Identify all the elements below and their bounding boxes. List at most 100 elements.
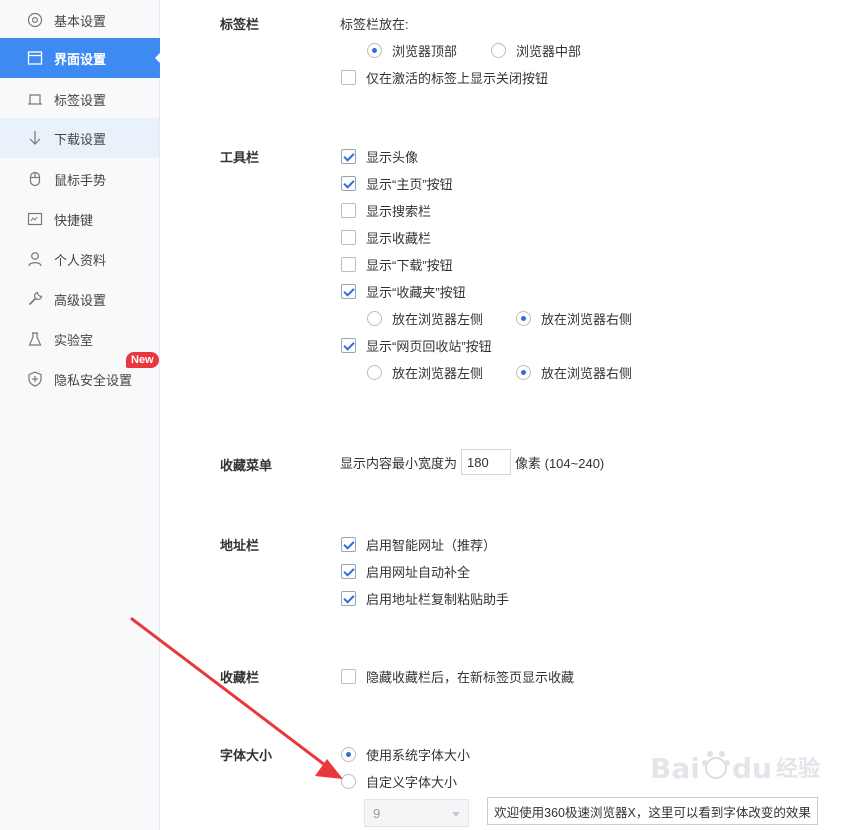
checkbox-label: 仅在激活的标签上显示关闭按钮 (366, 71, 549, 86)
radio-circle[interactable] (367, 43, 382, 58)
checkbox-label: 显示“下载”按钮 (366, 258, 453, 273)
sidebar-item-label: 界面设置 (54, 51, 107, 67)
radio-circle[interactable] (516, 311, 531, 326)
tabbar-position-label: 标签栏放在: (340, 14, 409, 33)
checkbox-box[interactable] (341, 70, 356, 85)
radio-label: 使用系统字体大小 (366, 748, 471, 763)
sidebar-item-label: 下载设置 (54, 131, 107, 147)
chevron-down-icon (452, 806, 460, 821)
checkbox-box[interactable] (341, 564, 356, 579)
section-title-font-size: 字体大小 (220, 748, 273, 763)
radio-label: 放在浏览器左侧 (392, 366, 484, 381)
gear-icon (26, 11, 44, 29)
checkbox-box[interactable] (341, 669, 356, 684)
checkbox-smart-url[interactable]: 启用智能网址（推荐） (341, 535, 496, 554)
svg-text:经验: 经验 (776, 756, 820, 782)
radio-recycle-right[interactable]: 放在浏览器右侧 (516, 363, 632, 382)
sidebar-item-label: 基本设置 (54, 13, 107, 29)
radio-recycle-left[interactable]: 放在浏览器左侧 (367, 363, 483, 382)
sidebar-item-label: 快捷键 (54, 212, 94, 228)
checkbox-label: 启用网址自动补全 (366, 565, 471, 580)
fav-menu-width-row: 显示内容最小宽度为 像素 (104~240) (340, 449, 604, 475)
radio-tabbar-middle[interactable]: 浏览器中部 (491, 41, 581, 60)
sidebar-item-label: 个人资料 (54, 252, 107, 268)
tab-icon (26, 90, 44, 108)
svg-text:du: du (732, 752, 772, 785)
section-title-tabbar: 标签栏 (220, 17, 260, 32)
font-preview-button[interactable]: 欢迎使用360极速浏览器X，这里可以看到字体改变的效果 (487, 797, 818, 825)
font-size-select-value: 9 (373, 805, 381, 821)
radio-label: 放在浏览器右侧 (541, 312, 633, 327)
checkbox-hide-fav-bar[interactable]: 隐藏收藏栏后，在新标签页显示收藏 (341, 667, 574, 686)
checkbox-label: 启用智能网址（推荐） (366, 538, 497, 553)
sidebar-item-label: 隐私安全设置 (54, 372, 133, 388)
checkbox-box[interactable] (341, 338, 356, 353)
checkbox-autocomplete[interactable]: 启用网址自动补全 (341, 562, 470, 581)
checkbox-show-search[interactable]: 显示搜索栏 (341, 201, 431, 220)
checkbox-show-fav-folder[interactable]: 显示“收藏夹”按钮 (341, 282, 466, 301)
checkbox-show-recycle[interactable]: 显示“网页回收站”按钮 (341, 336, 492, 355)
checkbox-box[interactable] (341, 591, 356, 606)
radio-system-font[interactable]: 使用系统字体大小 (341, 745, 470, 764)
checkbox-show-home[interactable]: 显示“主页”按钮 (341, 174, 453, 193)
sidebar-item-label: 高级设置 (54, 292, 107, 308)
sidebar-item-tabs[interactable]: 标签设置 (0, 79, 159, 119)
checkbox-label: 启用地址栏复制粘贴助手 (366, 592, 510, 607)
fav-menu-width-input[interactable] (461, 449, 512, 475)
sidebar-item-shortcuts[interactable]: 快捷键 (0, 199, 159, 239)
checkbox-box[interactable] (341, 203, 356, 218)
sidebar-item-mouse[interactable]: 鼠标手势 (0, 159, 159, 199)
checkbox-box[interactable] (341, 230, 356, 245)
checkbox-box[interactable] (341, 257, 356, 272)
checkbox-show-avatar[interactable]: 显示头像 (341, 147, 418, 166)
checkbox-label: 显示“主页”按钮 (366, 177, 453, 192)
keyboard-icon (26, 210, 44, 228)
sidebar-item-label: 标签设置 (54, 92, 107, 108)
fav-menu-suffix: 像素 (104~240) (515, 455, 605, 471)
radio-circle[interactable] (367, 365, 382, 380)
new-badge: New (126, 352, 159, 368)
checkbox-label: 显示头像 (366, 150, 419, 165)
checkbox-show-download[interactable]: 显示“下载”按钮 (341, 255, 453, 274)
sidebar-item-profile[interactable]: 个人资料 (0, 239, 159, 279)
section-title-address-bar: 地址栏 (220, 538, 260, 553)
checkbox-close-only-active[interactable]: 仅在激活的标签上显示关闭按钮 (341, 68, 548, 87)
tabbar-position-text: 标签栏放在: (340, 17, 409, 32)
checkbox-label: 隐藏收藏栏后，在新标签页显示收藏 (366, 670, 575, 685)
checkbox-label: 显示收藏栏 (366, 231, 432, 246)
shield-icon (26, 370, 44, 388)
sidebar-item-label: 实验室 (54, 332, 94, 348)
font-size-select[interactable]: 9 (364, 799, 469, 827)
radio-circle[interactable] (341, 747, 356, 762)
svg-text:Bai: Bai (650, 752, 700, 785)
radio-circle[interactable] (516, 365, 531, 380)
checkbox-paste-helper[interactable]: 启用地址栏复制粘贴助手 (341, 589, 509, 608)
checkbox-box[interactable] (341, 284, 356, 299)
checkbox-label: 显示“收藏夹”按钮 (366, 285, 466, 300)
mouse-icon (26, 170, 44, 188)
user-icon (26, 250, 44, 268)
sidebar-item-ui[interactable]: 界面设置 (0, 38, 161, 78)
window-icon (26, 49, 44, 67)
radio-circle[interactable] (367, 311, 382, 326)
radio-circle[interactable] (341, 774, 356, 789)
radio-circle[interactable] (491, 43, 506, 58)
checkbox-show-favorites[interactable]: 显示收藏栏 (341, 228, 431, 247)
radio-fav-folder-left[interactable]: 放在浏览器左侧 (367, 309, 483, 328)
radio-label: 自定义字体大小 (366, 775, 458, 790)
radio-fav-folder-right[interactable]: 放在浏览器右侧 (516, 309, 632, 328)
section-title-toolbar: 工具栏 (220, 150, 260, 165)
sidebar-item-basic[interactable]: 基本设置 (0, 0, 159, 40)
checkbox-box[interactable] (341, 149, 356, 164)
radio-tabbar-top[interactable]: 浏览器顶部 (367, 41, 457, 60)
radio-custom-font[interactable]: 自定义字体大小 (341, 772, 457, 791)
radio-label: 浏览器顶部 (392, 44, 458, 59)
section-title-fav-bar: 收藏栏 (220, 670, 260, 685)
sidebar-item-advanced[interactable]: 高级设置 (0, 279, 159, 319)
radio-label: 放在浏览器左侧 (392, 312, 484, 327)
sidebar-item-download[interactable]: 下载设置 (0, 118, 159, 158)
radio-label: 放在浏览器右侧 (541, 366, 633, 381)
sidebar: 基本设置 界面设置 标签设置 下载设置 鼠标手势 快捷键 个人资料 高级设置 实… (0, 0, 161, 830)
checkbox-box[interactable] (341, 537, 356, 552)
checkbox-box[interactable] (341, 176, 356, 191)
